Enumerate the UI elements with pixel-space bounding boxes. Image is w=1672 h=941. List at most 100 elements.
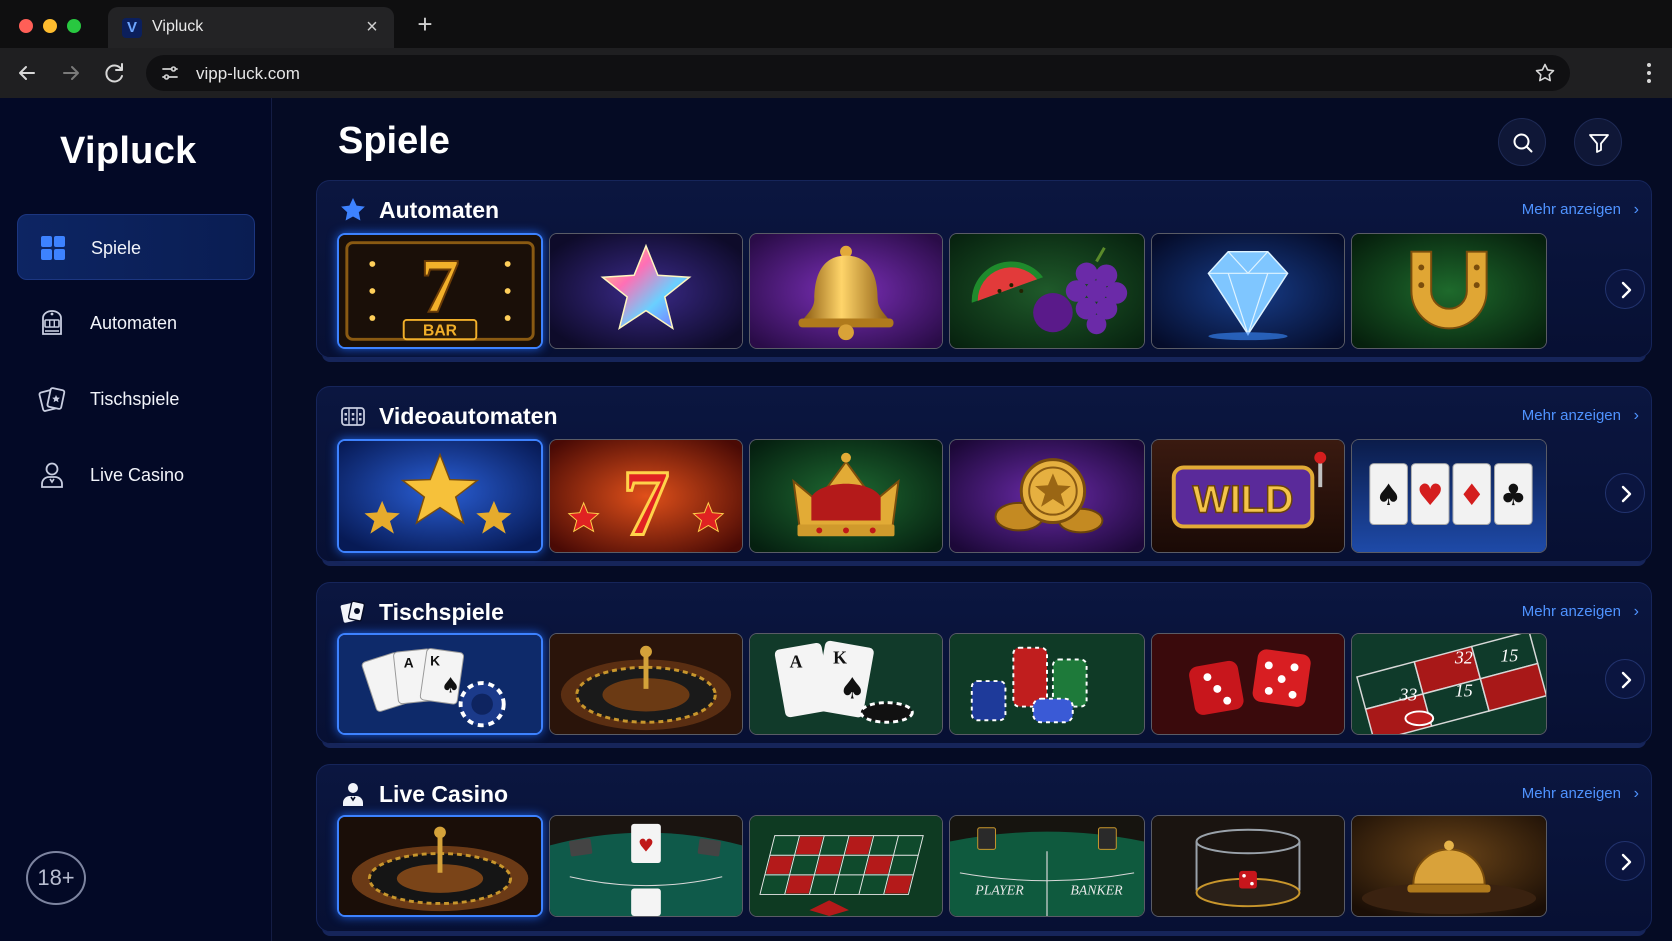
chevron-right-icon[interactable]: › bbox=[1634, 603, 1639, 621]
game-tile-golden-horseshoe[interactable] bbox=[1351, 233, 1547, 349]
address-bar[interactable]: vipp-luck.com bbox=[146, 55, 1570, 91]
svg-text:7: 7 bbox=[420, 244, 459, 329]
browser-chrome: V Vipluck × + vipp-luck.com bbox=[0, 0, 1672, 98]
svg-text:7: 7 bbox=[622, 452, 670, 552]
game-tile-red-dice[interactable] bbox=[1151, 633, 1345, 735]
search-icon bbox=[1513, 133, 1533, 153]
sidebar-item-spiele[interactable]: Spiele bbox=[17, 214, 255, 280]
sidebar-item-live-casino[interactable]: Live Casino bbox=[17, 442, 255, 508]
game-tile-baccarat-player-banker[interactable]: PLAYER BANKER bbox=[949, 815, 1145, 917]
dealer-icon bbox=[41, 462, 63, 488]
site-info-icon[interactable] bbox=[160, 63, 180, 83]
section-tischspiele: Tischspiele Mehr anzeigen › A K ♠ A K ♠ … bbox=[316, 582, 1652, 744]
game-tile-ace-king-chips[interactable]: A K ♠ bbox=[749, 633, 943, 735]
video-slot-icon bbox=[341, 407, 365, 426]
game-tile-watermelon-plum-grapes[interactable] bbox=[949, 233, 1145, 349]
game-tile-lucky-seven-bar[interactable]: 7 BAR bbox=[337, 233, 543, 349]
section-live-casino: Live Casino Mehr anzeigen › ♥ PLAYER BAN… bbox=[316, 764, 1652, 932]
roulette-table-icon: 32 15 33 15 bbox=[1352, 634, 1546, 734]
card-suits-icon: ♠ ♥ ♦ ♣ bbox=[1352, 440, 1546, 552]
game-row: 7 WILD ♠ ♥ ♦ ♣ bbox=[337, 439, 1607, 553]
sidebar-item-label: Tischspiele bbox=[90, 389, 180, 409]
chevron-right-icon bbox=[1621, 281, 1632, 299]
svg-text:A: A bbox=[404, 656, 414, 671]
maximize-window-button[interactable] bbox=[67, 19, 81, 33]
blackjack-icon: ♥ bbox=[550, 816, 742, 916]
game-row: A K ♠ A K ♠ 32 15 33 15 bbox=[337, 633, 1607, 735]
game-tile-wild-reels[interactable]: WILD bbox=[1151, 439, 1345, 553]
next-games-button[interactable] bbox=[1605, 841, 1645, 881]
game-row: 7 BAR bbox=[337, 233, 1607, 349]
game-tile-roulette-wheel[interactable] bbox=[549, 633, 743, 735]
game-tile-bell-table[interactable] bbox=[1351, 815, 1547, 917]
cards-icon bbox=[38, 387, 66, 412]
show-more-link[interactable]: Mehr anzeigen bbox=[1522, 201, 1621, 218]
game-tile-rainbow-star[interactable] bbox=[549, 233, 743, 349]
game-tile-fire-seven[interactable]: 7 bbox=[549, 439, 743, 553]
svg-text:♠: ♠ bbox=[839, 672, 866, 706]
section-title: Automaten bbox=[379, 197, 500, 223]
svg-text:♠: ♠ bbox=[1375, 478, 1402, 512]
page-title: Spiele bbox=[338, 120, 450, 162]
search-button[interactable] bbox=[1498, 118, 1546, 166]
game-tile-blackjack-table[interactable]: ♥ bbox=[549, 815, 743, 917]
tab-close-icon[interactable]: × bbox=[360, 15, 384, 39]
minimize-window-button[interactable] bbox=[43, 19, 57, 33]
sidebar-item-tischspiele[interactable]: Tischspiele bbox=[17, 366, 255, 432]
game-tile-gold-coins[interactable] bbox=[949, 439, 1145, 553]
url-text[interactable]: vipp-luck.com bbox=[196, 64, 300, 84]
next-games-button[interactable] bbox=[1605, 269, 1645, 309]
roulette-icon bbox=[550, 634, 742, 734]
section-videoautomaten: Videoautomaten Mehr anzeigen › 7 WILD ♠ … bbox=[316, 386, 1652, 562]
fruits-icon bbox=[950, 234, 1144, 348]
game-tile-roulette-table[interactable]: 32 15 33 15 bbox=[1351, 633, 1547, 735]
filter-icon bbox=[1589, 134, 1609, 153]
game-tile-chip-stacks[interactable] bbox=[949, 633, 1145, 735]
chevron-right-icon[interactable]: › bbox=[1634, 201, 1639, 219]
game-tile-roulette-layout[interactable] bbox=[749, 815, 943, 917]
filter-button[interactable] bbox=[1574, 118, 1622, 166]
dice-shaker-icon bbox=[1152, 816, 1344, 916]
game-tile-blue-diamond[interactable] bbox=[1151, 233, 1345, 349]
game-tile-live-roulette[interactable] bbox=[337, 815, 543, 917]
sidebar-item-automaten[interactable]: Automaten bbox=[17, 290, 255, 356]
svg-text:WILD: WILD bbox=[1192, 478, 1293, 522]
stars-icon bbox=[339, 441, 541, 551]
sidebar-item-label: Live Casino bbox=[90, 465, 185, 485]
reload-button[interactable] bbox=[100, 58, 130, 88]
next-games-button[interactable] bbox=[1605, 473, 1645, 513]
svg-text:♣: ♣ bbox=[1500, 478, 1527, 512]
logo[interactable]: Vipluck bbox=[60, 130, 197, 173]
chevron-right-icon[interactable]: › bbox=[1634, 785, 1639, 803]
show-more-link[interactable]: Mehr anzeigen bbox=[1522, 603, 1621, 620]
tab-title: Vipluck bbox=[152, 18, 204, 35]
browser-tab[interactable]: V Vipluck × bbox=[108, 7, 394, 48]
game-tile-royal-crown[interactable] bbox=[749, 439, 943, 553]
bookmark-star-icon[interactable] bbox=[1534, 62, 1556, 84]
show-more-link[interactable]: Mehr anzeigen bbox=[1522, 407, 1621, 424]
back-button[interactable] bbox=[12, 58, 42, 88]
game-tile-dice-shaker[interactable] bbox=[1151, 815, 1345, 917]
favicon-icon: V bbox=[122, 18, 142, 38]
game-tile-aces-poker[interactable]: A K ♠ bbox=[337, 633, 543, 735]
browser-menu-icon[interactable] bbox=[1642, 60, 1656, 86]
chevron-right-icon[interactable]: › bbox=[1634, 407, 1639, 425]
dice-icon bbox=[1152, 634, 1344, 734]
horseshoe-icon bbox=[1352, 234, 1546, 348]
game-tile-golden-bell[interactable] bbox=[749, 233, 943, 349]
next-games-button[interactable] bbox=[1605, 659, 1645, 699]
wild-icon: WILD bbox=[1152, 440, 1344, 552]
game-tile-golden-stars[interactable] bbox=[337, 439, 543, 553]
svg-text:33: 33 bbox=[1399, 685, 1418, 705]
new-tab-button[interactable]: + bbox=[412, 11, 438, 37]
close-window-button[interactable] bbox=[19, 19, 33, 33]
chevron-right-icon bbox=[1621, 671, 1632, 689]
game-row: ♥ PLAYER BANKER bbox=[337, 815, 1607, 917]
game-tile-card-suits-reels[interactable]: ♠ ♥ ♦ ♣ bbox=[1351, 439, 1547, 553]
poker-cards-icon: A K ♠ bbox=[339, 635, 541, 733]
section-automaten: Automaten Mehr anzeigen › 7 BAR bbox=[316, 180, 1652, 358]
ace-king-icon: A K ♠ bbox=[750, 634, 942, 734]
svg-text:32: 32 bbox=[1454, 647, 1473, 667]
show-more-link[interactable]: Mehr anzeigen bbox=[1522, 785, 1621, 802]
forward-button[interactable] bbox=[56, 58, 86, 88]
